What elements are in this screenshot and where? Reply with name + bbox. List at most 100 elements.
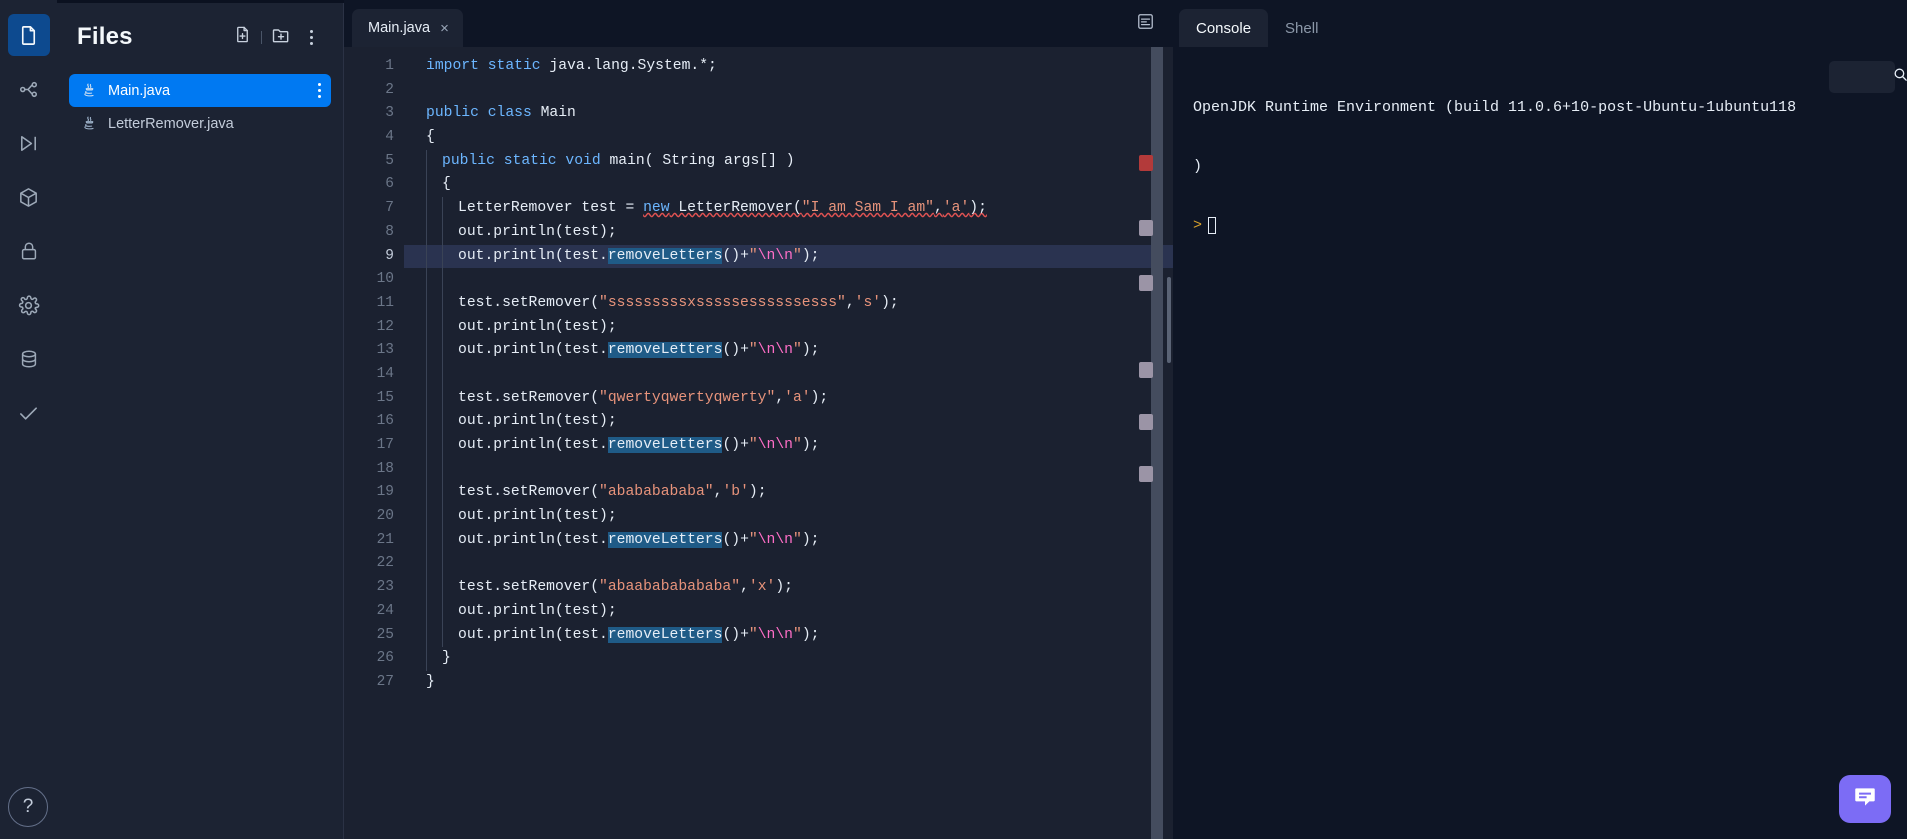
indent-guide [426, 647, 442, 671]
file-list: Main.java LetterRemover.java [69, 74, 331, 140]
indent-guide [442, 434, 458, 458]
chat-button[interactable] [1839, 775, 1891, 823]
sidebar-item-debugger[interactable] [8, 122, 50, 164]
code-line[interactable] [404, 362, 1173, 387]
help-button[interactable]: ? [8, 787, 48, 827]
database-icon [18, 348, 40, 370]
sidebar-item-checks[interactable] [8, 392, 50, 434]
line-number: 25 [376, 626, 394, 643]
code-line[interactable]: out.println(test.removeLetters()+"\n\n")… [404, 339, 1173, 363]
code-token: public static void [442, 152, 610, 169]
prompt-caret-icon: > [1193, 217, 1203, 234]
file-item-menu-icon[interactable] [318, 83, 321, 98]
console-output[interactable]: OpenJDK Runtime Environment (build 11.0.… [1173, 47, 1907, 839]
tab-shell[interactable]: Shell [1268, 9, 1335, 47]
console-tools [1829, 61, 1907, 93]
code-line[interactable]: out.println(test); [404, 410, 1173, 434]
file-item-main-java[interactable]: Main.java [69, 74, 331, 107]
sidebar-item-settings[interactable] [8, 284, 50, 326]
code-token: "qwertyqwertyqwerty" [599, 389, 776, 406]
code-line[interactable]: out.println(test); [404, 505, 1173, 529]
format-lines-button[interactable] [1131, 10, 1159, 38]
sidebar-item-database[interactable] [8, 338, 50, 380]
occurrence-marker [1139, 466, 1153, 482]
line-number: 2 [385, 81, 394, 98]
new-folder-button[interactable] [267, 23, 295, 51]
code-token: Main [540, 105, 576, 122]
indent-guide [426, 623, 442, 648]
line-number: 12 [376, 318, 394, 335]
code-line[interactable]: out.println(test); [404, 599, 1173, 624]
code-line[interactable]: out.println(test.removeLetters()+"\n\n")… [404, 244, 1173, 269]
tab-console[interactable]: Console [1179, 9, 1269, 47]
editor-body[interactable]: 1 2 3 4 5 6 7 8 9 10 11 12 13 14 15 16 17 18 19 20 21 22 23 24 2… [344, 47, 1173, 839]
file-item-letterremover-java[interactable]: LetterRemover.java [69, 107, 331, 140]
occurrence-marker [1139, 220, 1153, 236]
code-line[interactable]: out.println(test.removeLetters()+"\n\n")… [404, 623, 1173, 648]
console-clear-button[interactable] [1865, 64, 1891, 90]
code-line[interactable]: } [404, 647, 1173, 671]
code-line[interactable]: import static java.lang.System.*; [404, 55, 1173, 79]
line-number: 9 [385, 247, 394, 264]
code-token: " [792, 437, 802, 453]
code-token: ); [801, 342, 820, 359]
new-file-icon [233, 25, 252, 49]
indent-guide [426, 505, 442, 529]
new-file-button[interactable] [228, 23, 256, 51]
code-token: removeLetters [607, 626, 723, 643]
console-tabbar: Console Shell [1173, 0, 1907, 47]
code-line[interactable] [404, 552, 1173, 577]
code-token: " [748, 531, 758, 548]
code-token: \n\n [757, 626, 793, 643]
code-line[interactable]: test.setRemover("abababababa",'b'); [404, 481, 1173, 506]
line-number: 3 [385, 105, 394, 122]
code-line[interactable] [404, 268, 1173, 292]
code-token: removeLetters [607, 437, 723, 453]
code-line[interactable]: test.setRemover("abaabababababa",'x'); [404, 576, 1173, 600]
code-token: , [775, 389, 785, 406]
sidebar-item-version-control[interactable] [8, 68, 50, 110]
code-line[interactable]: { [404, 173, 1173, 198]
code-line[interactable]: out.println(test); [404, 220, 1173, 245]
sidebar-item-files[interactable] [7, 14, 50, 56]
editor-scrollbar-thumb[interactable] [1167, 277, 1171, 363]
close-icon[interactable]: × [440, 21, 449, 36]
sidebar-item-packages[interactable] [8, 176, 50, 218]
code-line[interactable]: out.println(test); [404, 315, 1173, 340]
text-cursor [1208, 217, 1217, 234]
files-more-options-button[interactable] [297, 23, 325, 51]
code-token: " [748, 247, 758, 264]
sidebar-item-secrets[interactable] [8, 230, 50, 272]
line-number: 13 [376, 342, 394, 359]
code-area[interactable]: 1 2 3 4 5 6 7 8 9 10 11 12 13 14 15 16 17 18 19 20 21 22 23 24 2… [344, 47, 1173, 839]
code-token: removeLetters [607, 342, 723, 359]
code-token: test.setRemover( [458, 389, 600, 406]
code-token: " [792, 626, 802, 643]
code-token: " [792, 342, 802, 359]
code-content[interactable]: import static java.lang.System.*; public… [404, 47, 1173, 839]
code-token: 'b' [722, 484, 749, 501]
code-token: { [442, 176, 451, 193]
code-line[interactable]: test.setRemover("sssssssssxsssssesssssse… [404, 291, 1173, 316]
code-token: out.println(test. [458, 342, 608, 359]
new-folder-icon [271, 25, 291, 50]
code-line[interactable]: public class Main [404, 102, 1173, 126]
code-line[interactable] [404, 79, 1173, 103]
code-line[interactable]: public static void main( String args[] ) [404, 149, 1173, 174]
line-number: 14 [376, 365, 394, 382]
code-token: ); [801, 437, 820, 453]
code-line[interactable] [404, 457, 1173, 482]
code-line[interactable]: { [404, 126, 1173, 150]
indent-guide [426, 386, 442, 411]
code-line[interactable]: out.println(test.removeLetters()+"\n\n")… [404, 434, 1173, 458]
console-pane: Console Shell OpenJDK Runtime Environmen… [1173, 0, 1907, 839]
code-line[interactable]: out.println(test.removeLetters()+"\n\n")… [404, 528, 1173, 553]
line-number: 21 [376, 531, 394, 548]
code-line[interactable]: } [404, 671, 1173, 695]
check-icon [17, 402, 40, 425]
console-prompt[interactable]: > [1193, 213, 1889, 238]
git-branch-icon [17, 78, 40, 101]
tab-main-java[interactable]: Main.java × [352, 9, 463, 47]
code-line[interactable]: test.setRemover("qwertyqwertyqwerty",'a'… [404, 386, 1173, 411]
code-line[interactable]: LetterRemover test = new LetterRemover("… [404, 197, 1173, 221]
